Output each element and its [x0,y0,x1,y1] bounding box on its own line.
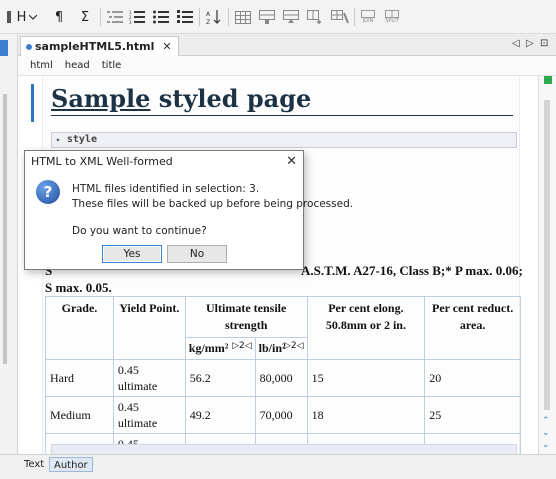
insert-row-below-icon[interactable] [282,6,300,28]
dialog-title: HTML to XML Well-formed [31,155,173,168]
steel-properties-table[interactable]: Grade. Yield Point. Ultimate tensile str… [45,296,521,454]
svg-text:3: 3 [129,20,132,24]
editor-tab-bar: sampleHTML5.html ✕ ◁ ▷ ⊡ [18,34,556,56]
caret-line-marker [31,84,34,122]
paragraph-icon[interactable]: ¶ [50,6,68,28]
tab-scroll-left-icon[interactable]: ◁ [512,38,520,49]
cell-yield[interactable]: 0.45 ultimate [112,396,186,434]
style-label: style [66,134,97,145]
table-row[interactable]: Hard 0.45 ultimate 56.2 80,000 15 20 [45,359,521,397]
toolbar-separator [354,8,355,26]
dialog-message-2: These files will be backed up before bei… [72,198,354,210]
cell-lbin[interactable]: 70,000 [254,396,308,434]
cell-grade[interactable]: Hard [45,359,114,397]
paragraph-text-line2: S max. 0.05. [45,280,112,295]
question-icon: ? [36,180,60,204]
sort-icon[interactable]: ▷2◁ [232,338,252,355]
cell-kgmm[interactable]: 49.2 [184,396,256,434]
table-properties-icon[interactable] [330,6,350,28]
double-chevron-down-icon[interactable]: ⌄ [542,440,550,450]
cell-grade[interactable]: Medium [45,396,114,434]
svg-text:Z: Z [206,19,210,25]
chevron-up-icon[interactable]: ⌃ [542,416,550,426]
join-cells-icon[interactable]: JOIN [358,6,378,28]
sort-icon[interactable]: ▷2◁ [284,338,304,355]
tab-scroll-right-icon[interactable]: ▷ [526,38,534,49]
table-row[interactable]: Medium 0.45 ultimate 49.2 70,000 18 25 [45,396,521,434]
breadcrumb: html head title [18,56,556,76]
header-reduction[interactable]: Per cent reduct. area. [424,296,521,360]
main-toolbar: H ¶ Σ 123 AZ JOIN SPLIT [0,0,556,34]
svg-text:A: A [206,11,211,18]
header-elongation[interactable]: Per cent elong. 50.8mm or 2 in. [306,296,426,360]
tab-samplehtml5[interactable]: sampleHTML5.html ✕ [20,36,179,56]
cell-reduct[interactable]: 20 [424,359,521,397]
modified-dot-icon [26,44,32,50]
validation-ok-icon [544,76,552,84]
cell-reduct[interactable]: 25 [424,396,521,434]
tab-author-mode[interactable]: Author [49,457,93,472]
subheader-lbin[interactable]: lb/in² ▷2◁ [254,337,308,360]
breadcrumb-item-title[interactable]: title [102,60,122,71]
tab-text-mode[interactable]: Text [20,457,48,472]
cell-elong[interactable]: 18 [306,396,426,434]
header-yield-point[interactable]: Yield Point. [112,296,186,360]
chevron-down-icon [29,14,38,20]
tab-label: sampleHTML5.html [35,40,155,53]
insert-row-above-icon[interactable] [258,6,276,28]
header-grade[interactable]: Grade. [45,296,114,360]
expand-triangle-icon[interactable]: ▸ [56,135,61,144]
panel-selection-marker [0,40,8,56]
indent-list-icon[interactable] [106,6,124,28]
vertical-scrollbar[interactable]: ⌃ ⌄ ⌄ [538,76,556,454]
breadcrumb-item-html[interactable]: html [30,60,53,71]
heading-dropdown[interactable]: H [16,6,38,28]
cell-elong[interactable]: 15 [306,359,426,397]
scrollbar-thumb[interactable] [544,100,550,410]
page-title[interactable]: Sample styled page [51,84,513,116]
left-scrollbar[interactable] [3,94,7,364]
editing-mode-bar: Text Author [0,454,556,479]
chevron-down-icon[interactable]: ⌄ [542,428,550,438]
breadcrumb-item-head[interactable]: head [65,60,90,71]
sort-icon[interactable]: AZ [204,6,224,28]
next-element-block[interactable] [51,444,517,454]
dialog-message-1: HTML files identified in selection: 3. [72,183,260,195]
close-icon[interactable]: ✕ [286,154,297,170]
subheader-kgmm[interactable]: kg/mm² ▷2◁ [184,337,256,360]
well-formed-dialog: HTML to XML Well-formed ✕ ? HTML files i… [24,150,353,270]
insert-column-icon[interactable] [306,6,324,28]
cell-kgmm[interactable]: 56.2 [184,359,256,397]
close-icon[interactable]: ✕ [162,40,171,53]
left-panel-gutter [0,34,18,479]
cell-yield[interactable]: 0.45 ultimate [112,359,186,397]
split-cell-icon[interactable]: SPLIT [382,6,402,28]
table-icon[interactable] [234,6,252,28]
unordered-list-icon[interactable] [152,6,170,28]
toolbar-separator [199,8,200,26]
definition-list-icon[interactable] [176,6,194,28]
ordered-list-icon[interactable]: 123 [128,6,146,28]
yes-button[interactable]: Yes [102,245,162,263]
cell-lbin[interactable]: 80,000 [254,359,308,397]
tab-list-icon[interactable]: ⊡ [540,38,548,49]
style-element[interactable]: ▸ style [51,132,517,148]
paragraph-text-line1: A.S.T.M. A27-16, Class B;* P max. 0.06; [301,263,523,278]
header-ultimate-tensile[interactable]: Ultimate tensile strength [184,296,308,338]
sigma-icon[interactable]: Σ [76,6,94,28]
no-button[interactable]: No [167,245,227,263]
toolbar-separator [100,8,101,26]
toolbar-separator [228,8,229,26]
dialog-question: Do you want to continue? [72,225,207,237]
